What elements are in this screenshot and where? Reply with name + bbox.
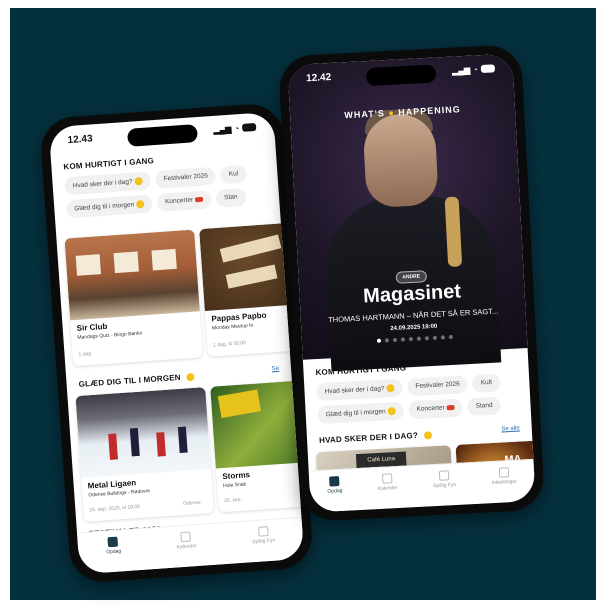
signal-icon: ▂▄▆	[213, 124, 232, 135]
smile-emoji-icon	[387, 407, 396, 416]
event-location: Odense	[183, 499, 201, 507]
hero-image-face	[362, 112, 439, 209]
signal-icon: ▂▄▆	[451, 65, 471, 76]
smile-emoji-icon	[135, 199, 145, 209]
hero-banner[interactable]: WHAT'S ● HAPPENING ANDRE Magasinet THOMA…	[287, 53, 528, 372]
calendar-icon	[382, 473, 393, 484]
grid-icon	[438, 470, 450, 481]
event-meta: 25. sep.	[223, 496, 243, 505]
guitar-emoji-icon	[195, 196, 204, 203]
tab-settings[interactable]: Indstillinger	[491, 467, 517, 486]
section-title: GLÆD DIG TIL I MORGEN	[78, 372, 181, 389]
event-card[interactable]: Storms Hule Snab 25. sep.	[210, 379, 305, 513]
chip-tomorrow[interactable]: Glæd dig til i morgen	[317, 401, 405, 425]
phone-right: WHAT'S ● HAPPENING ANDRE Magasinet THOMA…	[277, 43, 546, 523]
smile-emoji-icon	[134, 176, 143, 186]
event-image	[210, 379, 305, 469]
chip-standup[interactable]: Stand	[467, 396, 502, 417]
chip-concerts[interactable]: Koncerter	[408, 398, 464, 420]
battery-icon	[241, 122, 257, 132]
logo-icon: ●	[388, 107, 396, 118]
compass-icon	[329, 476, 340, 487]
wifi-icon: ◔	[234, 123, 240, 133]
calendar-icon	[180, 531, 192, 543]
chip-tomorrow[interactable]: Glæd dig til i morgen	[65, 194, 153, 219]
phone-left-screen: 12.43 ▂▄▆ ◔ KOM HURTIGT I GANG Hvad sker…	[48, 111, 305, 575]
chip-today[interactable]: Hvad sker der i dag?	[316, 378, 403, 402]
smile-emoji-icon	[186, 372, 195, 381]
event-image	[64, 229, 200, 321]
chip-culture[interactable]: Kult	[472, 373, 501, 393]
see-all-link[interactable]: Se	[272, 366, 280, 375]
status-icons: ▂▄▆ ◔	[451, 64, 496, 76]
chip-festivals[interactable]: Festivaler 2026	[154, 166, 217, 190]
event-card[interactable]: Sir Club Mandags Quiz - Bingo Banko 1 da…	[64, 229, 204, 367]
more-icon	[498, 467, 509, 478]
chip-festivals[interactable]: Festivaler 2026	[406, 375, 469, 397]
chip-standup[interactable]: Stan	[215, 187, 247, 208]
event-meta: 1 dag, kl 00:00	[213, 340, 247, 349]
phone-left: 12.43 ▂▄▆ ◔ KOM HURTIGT I GANG Hvad sker…	[39, 102, 314, 584]
grid-icon	[257, 526, 269, 537]
section-title: HVAD SKER DER I DAG?	[318, 430, 419, 446]
see-all-link[interactable]: Se alle	[501, 426, 520, 436]
wifi-icon: ◔	[472, 64, 479, 74]
smile-emoji-icon	[386, 384, 395, 393]
event-card[interactable]: Metal Ligaen Odense Bulldogs - Rødovre 2…	[75, 387, 214, 522]
chip-concerts[interactable]: Koncerter	[156, 190, 212, 212]
chip-culture[interactable]: Kul	[220, 164, 247, 185]
event-subtitle: Hule Snab	[222, 481, 247, 490]
event-meta: 1 dag	[78, 350, 92, 358]
status-time: 12.42	[305, 71, 332, 84]
guitar-emoji-icon	[446, 404, 455, 411]
status-icons: ▂▄▆ ◔	[213, 122, 257, 135]
event-meta: 25. sep. 2025, kl 19:00	[89, 503, 141, 514]
event-title: Sir Club	[76, 321, 108, 333]
event-image	[75, 387, 211, 478]
phone-right-screen: WHAT'S ● HAPPENING ANDRE Magasinet THOMA…	[287, 53, 536, 513]
compass-icon	[107, 536, 119, 548]
event-subtitle: Monday Meetup fo	[211, 322, 254, 332]
tab-bar: Opdag Kalender Spillig Fyn	[76, 516, 305, 575]
tab-spillig-fyn[interactable]: Spillig Fyn	[432, 470, 456, 489]
tab-discover[interactable]: Opdag	[327, 476, 343, 495]
battery-icon	[480, 64, 496, 74]
tab-spillig-fyn[interactable]: Spillig Fyn	[251, 526, 275, 545]
tab-calendar[interactable]: Kalender	[377, 473, 398, 492]
smile-emoji-icon	[423, 430, 433, 440]
event-title: Pappas Papbo	[211, 310, 267, 324]
event-title: Storms	[222, 470, 251, 482]
status-time: 12.43	[67, 132, 93, 146]
tab-discover[interactable]: Opdag	[105, 536, 121, 555]
dynamic-island	[365, 64, 437, 87]
tab-calendar[interactable]: Kalender	[176, 531, 197, 550]
chip-today[interactable]: Hvad sker der i dag?	[64, 171, 152, 196]
